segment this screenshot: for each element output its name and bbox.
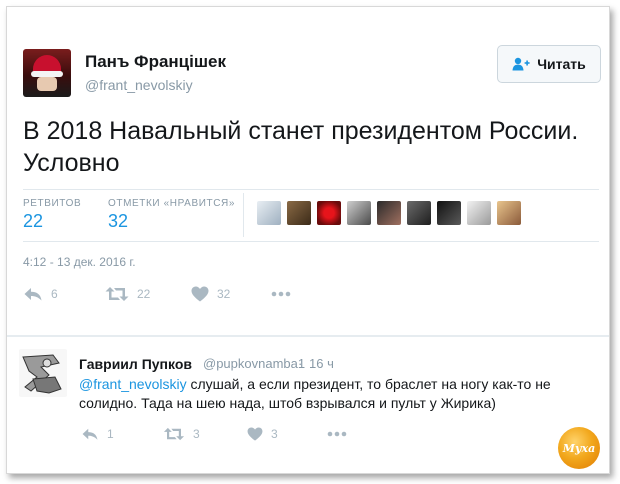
tweet-timestamp[interactable]: 4:12 - 13 дек. 2016 г. [23, 255, 136, 269]
more-dots-icon [271, 291, 291, 297]
watermark-logo: Муха [558, 427, 600, 469]
more-button[interactable] [271, 291, 291, 297]
author-avatar[interactable] [23, 49, 71, 97]
reply-retweet-button[interactable]: 3 [163, 427, 247, 441]
author-handle[interactable]: @frant_nevolskiy [85, 77, 193, 93]
like-button[interactable]: 32 [191, 286, 271, 302]
liker-avatars [257, 201, 521, 225]
heart-icon [191, 286, 209, 302]
reply-meta-separator: · [298, 356, 303, 371]
reply-mention-link[interactable]: @frant_nevolskiy [79, 376, 187, 392]
divider [23, 241, 599, 242]
tweet-actions: 6 22 32 [23, 286, 291, 302]
reply-author-name[interactable]: Гавриил Пупков [79, 356, 192, 372]
follow-button-label: Читать [537, 56, 586, 72]
stats-separator [243, 193, 244, 237]
retweet-icon [163, 427, 185, 441]
more-dots-icon [327, 431, 347, 437]
liker-avatar[interactable] [437, 201, 461, 225]
tweet-card: Панъ Францішек @frant_nevolskiy Читать В… [6, 6, 610, 474]
reply-retweet-count: 3 [193, 427, 200, 441]
author-name[interactable]: Панъ Францішек [85, 52, 226, 72]
liker-avatar[interactable] [257, 201, 281, 225]
reply-button[interactable]: 6 [23, 286, 105, 302]
reply-like-count: 3 [271, 427, 278, 441]
retweet-button[interactable]: 22 [105, 286, 191, 302]
reply-author-avatar[interactable] [19, 349, 67, 397]
liker-avatar[interactable] [467, 201, 491, 225]
likes-label[interactable]: ОТМЕТКИ «НРАВИТСЯ» [108, 198, 235, 209]
follow-user-icon [512, 57, 530, 71]
divider [23, 189, 599, 190]
heart-icon [247, 427, 263, 441]
reply-time[interactable]: 16 ч [309, 356, 334, 371]
reply-avatar-drawing [19, 349, 67, 397]
like-count: 32 [217, 287, 231, 301]
reply-text: @frant_nevolskiy слушай, а если президен… [79, 375, 579, 413]
retweet-count: 22 [137, 287, 151, 301]
reply-actions: 1 3 3 [81, 427, 347, 441]
reply-icon [24, 288, 42, 301]
liker-avatar[interactable] [497, 201, 521, 225]
follow-button[interactable]: Читать [497, 45, 601, 83]
retweets-label[interactable]: РЕТВИТОВ [23, 198, 81, 209]
reply-count: 6 [51, 287, 58, 301]
liker-avatar[interactable] [287, 201, 311, 225]
reply-divider [7, 335, 609, 337]
liker-avatar[interactable] [347, 201, 371, 225]
liker-avatar[interactable] [407, 201, 431, 225]
reply-icon [82, 428, 98, 440]
liker-avatar[interactable] [317, 201, 341, 225]
reply-reply-button[interactable]: 1 [81, 427, 163, 441]
reply-like-button[interactable]: 3 [247, 427, 327, 441]
reply-more-button[interactable] [327, 431, 347, 437]
liker-avatar[interactable] [377, 201, 401, 225]
reply-author-handle[interactable]: @pupkovnamba1 [203, 356, 305, 371]
avatar-face-shape [37, 77, 57, 91]
likes-count[interactable]: 32 [108, 211, 128, 232]
retweet-icon [105, 287, 129, 301]
retweets-count[interactable]: 22 [23, 211, 43, 232]
tweet-text: В 2018 Навальный станет президентом Росс… [23, 117, 579, 177]
reply-reply-count: 1 [107, 427, 114, 441]
